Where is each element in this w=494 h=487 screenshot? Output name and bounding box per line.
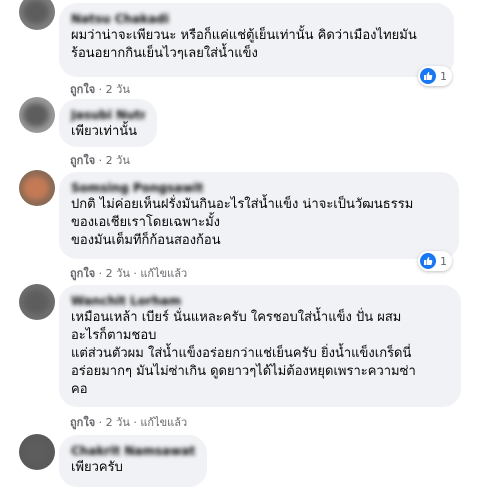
separator: · <box>98 154 103 167</box>
edited-link[interactable]: แก้ไขแล้ว <box>140 416 187 429</box>
comment-text: เหมือนเหล้า เบียร์ นั่นแหละครับ ใครชอบใส… <box>71 310 416 397</box>
comment-actions: ถูกใจ · 2 วัน <box>70 151 130 169</box>
like-link[interactable]: ถูกใจ <box>70 154 95 167</box>
author-name[interactable]: Jasubi Nutno <box>71 107 145 123</box>
avatar[interactable] <box>19 170 55 206</box>
reaction-badge[interactable]: 1 <box>418 66 452 86</box>
separator: · <box>98 416 103 429</box>
comment-bubble: Chakrit Namsawat เพียวครับ <box>59 435 207 487</box>
thumbs-up-icon <box>420 68 436 84</box>
comment-actions: ถูกใจ · 2 วัน · แก้ไขแล้ว <box>70 413 187 431</box>
like-link[interactable]: ถูกใจ <box>70 83 95 96</box>
author-name[interactable]: Wanchit Lorham <box>71 293 449 309</box>
author-name[interactable]: Somsing Pongsawit <box>71 180 447 196</box>
separator: · <box>98 267 103 280</box>
comment-text: เพียวครับ <box>71 460 123 475</box>
like-link[interactable]: ถูกใจ <box>70 416 95 429</box>
timestamp[interactable]: 2 วัน <box>106 267 130 280</box>
avatar[interactable] <box>19 0 55 30</box>
separator: · <box>98 83 103 96</box>
avatar[interactable] <box>19 284 55 320</box>
edited-link[interactable]: แก้ไขแล้ว <box>140 267 187 280</box>
separator: · <box>133 416 137 429</box>
comment-text: ผมว่าน่าจะเพียวนะ หรือก็แค่แช่ตู้เย็นเท่… <box>71 28 417 61</box>
timestamp[interactable]: 2 วัน <box>106 416 130 429</box>
comment-actions: ถูกใจ · 2 วัน <box>70 80 130 98</box>
comment-bubble: Natsu Chakadi ผมว่าน่าจะเพียวนะ หรือก็แค… <box>59 3 454 77</box>
reaction-count: 1 <box>440 254 447 268</box>
thumbs-up-icon <box>420 253 436 269</box>
author-name[interactable]: Natsu Chakadi <box>71 11 442 27</box>
reaction-count: 1 <box>440 69 447 83</box>
comment-bubble: Jasubi Nutno เพียวเท่านั้น <box>59 99 157 147</box>
comment-actions: ถูกใจ · 2 วัน · แก้ไขแล้ว <box>70 264 187 282</box>
comment-text: เพียวเท่านั้น <box>71 124 138 139</box>
separator: · <box>133 267 137 280</box>
avatar[interactable] <box>19 97 55 133</box>
comment-bubble: Somsing Pongsawit ปกติ ไม่ค่อยเห็นฝรั่งม… <box>59 172 459 259</box>
reaction-badge[interactable]: 1 <box>418 251 452 271</box>
like-link[interactable]: ถูกใจ <box>70 267 95 280</box>
comment-text: ปกติ ไม่ค่อยเห็นฝรั่งมันกินอะไรใส่น้ำแข็… <box>71 197 414 248</box>
timestamp[interactable]: 2 วัน <box>106 83 130 96</box>
avatar[interactable] <box>19 434 55 470</box>
author-name[interactable]: Chakrit Namsawat <box>71 443 195 459</box>
timestamp[interactable]: 2 วัน <box>106 154 130 167</box>
comment-bubble: Wanchit Lorham เหมือนเหล้า เบียร์ นั่นแห… <box>59 285 461 407</box>
